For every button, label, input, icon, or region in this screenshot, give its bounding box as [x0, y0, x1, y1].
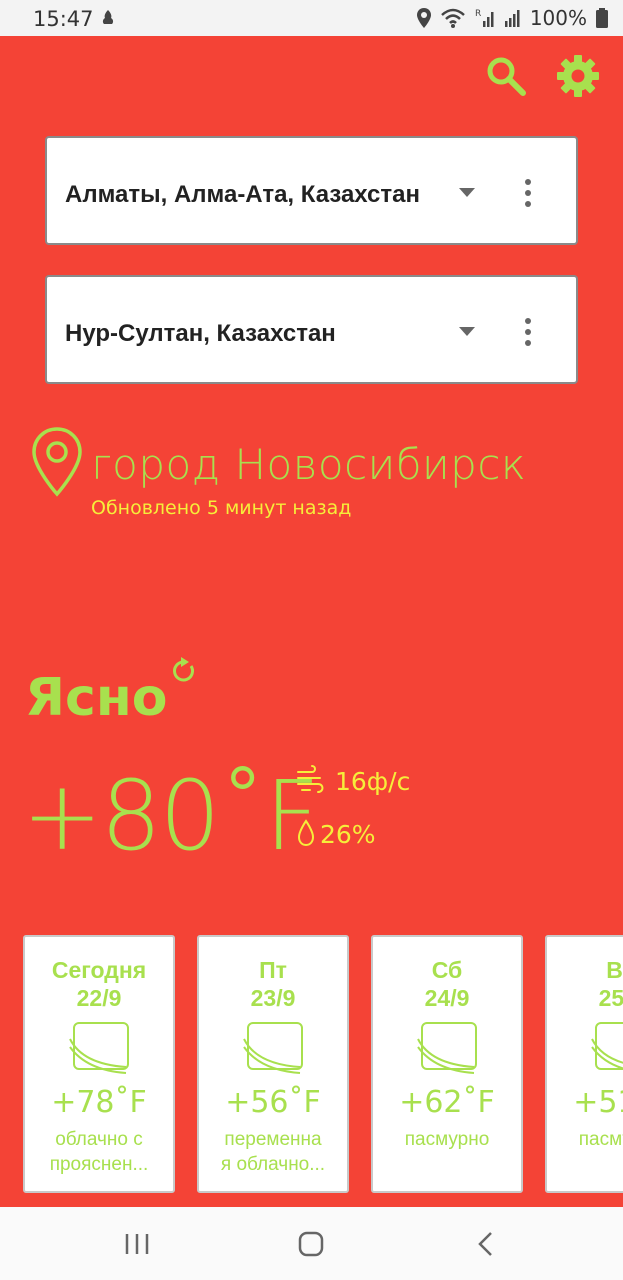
city-name: город Новосибирск — [91, 440, 527, 489]
forecast-desc: пасмурно — [553, 1127, 623, 1152]
battery-text: 100% — [529, 6, 587, 30]
home-icon[interactable] — [296, 1229, 326, 1259]
forecast-temp: +78˚F — [51, 1085, 147, 1120]
forecast-card[interactable]: Сегодня 22/9 +78˚F облачно с прояснен... — [23, 935, 175, 1193]
forecast-date: 24/9 — [424, 985, 470, 1011]
forecast-desc-line: пасмурно — [404, 1129, 490, 1150]
saved-location-label[interactable]: Алматы, Алма-Ата, Казахстан — [65, 181, 437, 209]
wifi-icon — [440, 8, 465, 28]
weather-condition: Ясно — [25, 668, 168, 728]
forecast-desc-line: переменна — [224, 1129, 322, 1150]
svg-text:R: R — [475, 9, 481, 19]
status-bar: 15:47 R 100% — [0, 0, 623, 36]
search-icon[interactable] — [484, 54, 528, 98]
forecast-temp: +62˚F — [399, 1085, 495, 1120]
signal-icon — [504, 10, 520, 27]
cloud-icon — [417, 1022, 477, 1074]
dropdown-arrow-icon[interactable] — [459, 188, 475, 198]
saved-location-label[interactable]: Нур-Султан, Казахстан — [65, 320, 437, 348]
forecast-date: 23/9 — [250, 985, 296, 1011]
cloud-icon — [243, 1022, 303, 1074]
cloud-icon — [69, 1022, 129, 1074]
humidity-drop-icon — [297, 819, 315, 847]
wind-speed: 16ф/с — [335, 767, 411, 796]
more-vert-icon[interactable] — [523, 178, 533, 208]
location-status-icon — [416, 8, 431, 28]
forecast-card[interactable]: Пт 23/9 +56˚F переменна я облачно... — [197, 935, 349, 1193]
current-temperature: +80˚F — [22, 760, 320, 872]
weather-app: Алматы, Алма-Ата, Казахстан Нур-Султан, … — [0, 36, 623, 1207]
gear-icon[interactable] — [556, 54, 600, 98]
forecast-desc-line: пасмурно — [578, 1129, 623, 1150]
forecast-desc-line: я облачно... — [220, 1154, 326, 1175]
updated-time: Обновлено 5 минут назад — [91, 497, 352, 519]
saved-location-card[interactable]: Алматы, Алма-Ата, Казахстан — [45, 136, 578, 245]
forecast-day: Сб — [431, 957, 463, 983]
signal-r-icon: R — [475, 9, 494, 27]
forecast-day: Пт — [259, 957, 287, 983]
dropdown-arrow-icon[interactable] — [459, 327, 475, 337]
cloud-icon — [591, 1022, 623, 1070]
notification-icon — [102, 10, 114, 24]
forecast-temp: +51˚F — [573, 1085, 623, 1120]
forecast-day: Вс — [606, 957, 623, 983]
forecast-date: 22/9 — [76, 985, 122, 1011]
location-pin-icon — [32, 427, 82, 497]
status-time: 15:47 — [33, 7, 94, 31]
forecast-desc-line: прояснен... — [49, 1154, 149, 1175]
more-vert-icon[interactable] — [523, 317, 533, 347]
back-icon[interactable] — [471, 1229, 501, 1259]
wind-icon — [297, 765, 324, 793]
refresh-icon[interactable] — [168, 656, 198, 686]
system-nav-bar — [0, 1207, 623, 1280]
forecast-day: Сегодня — [51, 957, 147, 983]
status-right: R 100% — [416, 6, 609, 30]
forecast-desc: облачно с прояснен... — [31, 1127, 167, 1177]
forecast-date: 25/9 — [598, 985, 623, 1011]
forecast-temp: +56˚F — [225, 1085, 321, 1120]
forecast-card[interactable]: Вс 25/9 +51˚F пасмурно — [545, 935, 623, 1193]
saved-location-card[interactable]: Нур-Султан, Казахстан — [45, 275, 578, 384]
forecast-desc: переменна я облачно... — [205, 1127, 341, 1177]
forecast-card[interactable]: Сб 24/9 +62˚F пасмурно — [371, 935, 523, 1193]
humidity: 26% — [320, 820, 376, 849]
forecast-desc: пасмурно — [379, 1127, 515, 1152]
battery-icon — [596, 8, 608, 28]
forecast-desc-line: облачно с — [55, 1129, 143, 1150]
recent-apps-icon[interactable] — [122, 1229, 152, 1259]
